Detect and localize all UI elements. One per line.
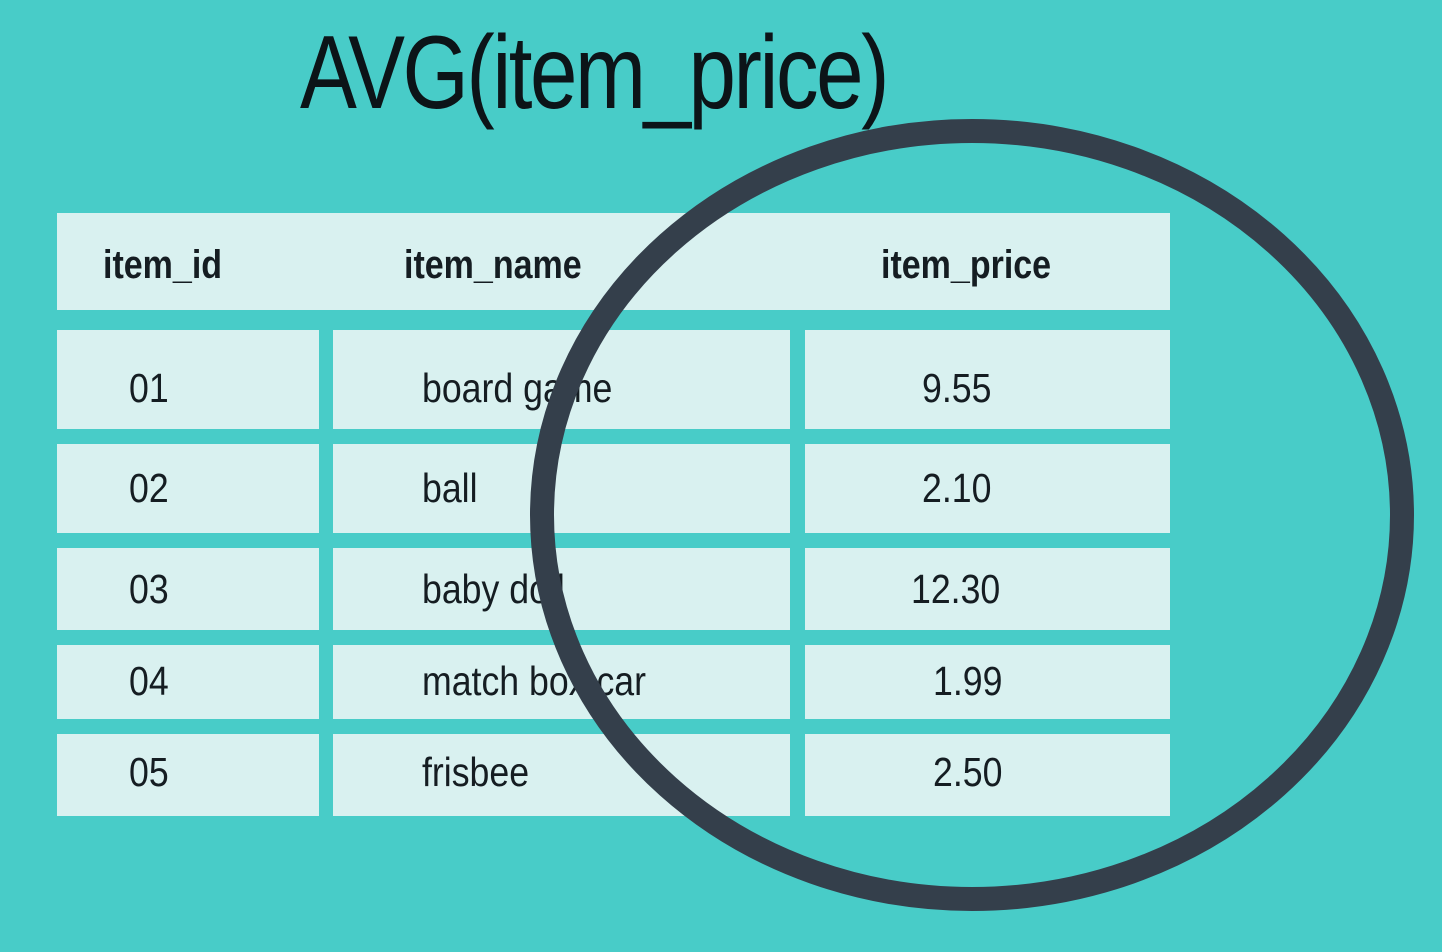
row-4-item-price: 1.99: [933, 658, 1003, 704]
table-cell-id: [57, 645, 319, 719]
row-3-item-price: 12.30: [911, 566, 1001, 612]
row-2-item-price: 2.10: [922, 465, 992, 511]
row-5-item-name: frisbee: [422, 749, 530, 795]
page-title: AVG(item_price): [300, 15, 890, 131]
table-cell-name: [333, 444, 790, 533]
row-1-item-id: 01: [129, 365, 169, 411]
row-4-item-id: 04: [129, 658, 169, 704]
row-3-item-id: 03: [129, 566, 169, 612]
row-4-item-name: match box car: [422, 658, 647, 704]
diagram-canvas: AVG(item_price) item_id item_name item_p…: [0, 0, 1442, 952]
table-cell-name: [333, 734, 790, 816]
row-1-item-name: board game: [422, 365, 613, 411]
table-cell-id: [57, 734, 319, 816]
row-2-item-name: ball: [422, 465, 478, 511]
header-item-id: item_id: [103, 243, 223, 287]
table-cell-id: [57, 548, 319, 630]
table-cell-id: [57, 330, 319, 429]
header-item-name: item_name: [404, 243, 582, 287]
header-item-price: item_price: [881, 243, 1052, 287]
row-1-item-price: 9.55: [922, 365, 992, 411]
row-3-item-name: baby doll: [422, 566, 565, 612]
row-5-item-id: 05: [129, 749, 169, 795]
table-cell-id: [57, 444, 319, 533]
row-2-item-id: 02: [129, 465, 169, 511]
row-5-item-price: 2.50: [933, 749, 1003, 795]
